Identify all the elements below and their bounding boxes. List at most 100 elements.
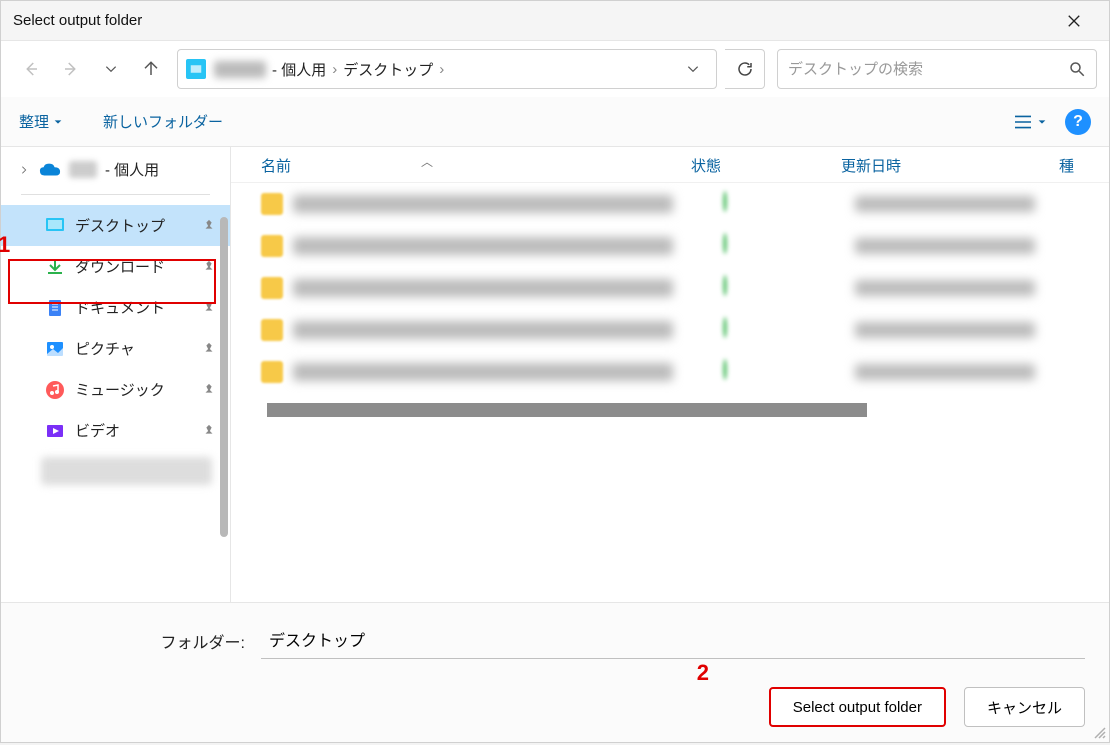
file-date-redacted [855, 196, 1035, 212]
select-folder-button[interactable]: Select output folder [769, 687, 946, 727]
breadcrumb: XXXX - 個人用 › デスクトップ › [214, 59, 444, 80]
toolbar: 整理 新しいフォルダー ? [1, 97, 1109, 147]
file-date-redacted [855, 238, 1035, 254]
cancel-button[interactable]: キャンセル [964, 687, 1085, 727]
sidebar-item-downloads[interactable]: ダウンロード [1, 246, 230, 287]
location-folder-icon [186, 59, 206, 79]
sidebar-item-videos[interactable]: ビデオ [1, 410, 230, 451]
arrow-up-icon [142, 60, 160, 78]
sort-ascending-icon: ︿ [421, 153, 433, 170]
sidebar-item-label: ミュージック [75, 379, 165, 400]
breadcrumb-seg1-suffix[interactable]: - 個人用 [272, 59, 326, 80]
file-date-redacted [855, 364, 1035, 380]
arrow-left-icon [22, 60, 40, 78]
table-row[interactable] [231, 225, 1109, 267]
breadcrumb-separator: › [439, 61, 444, 78]
search-box[interactable] [777, 49, 1097, 89]
table-row[interactable] [231, 351, 1109, 393]
file-name-redacted [293, 363, 673, 381]
sidebar-item-pictures[interactable]: ピクチャ [1, 328, 230, 369]
chevron-down-icon [104, 62, 118, 76]
up-button[interactable] [133, 51, 169, 87]
navigation-row: XXXX - 個人用 › デスクトップ › [1, 41, 1109, 97]
folder-icon [261, 193, 283, 215]
list-view-icon [1013, 114, 1033, 130]
folder-icon [261, 277, 283, 299]
folder-icon [261, 319, 283, 341]
annotation-1: 1 [0, 232, 10, 258]
pin-icon [202, 260, 216, 274]
pin-icon [202, 219, 216, 233]
close-icon [1067, 14, 1081, 28]
tree-root-hidden: XX [69, 161, 97, 178]
table-row[interactable] [231, 267, 1109, 309]
sync-status-icon [723, 235, 745, 257]
close-button[interactable] [1051, 5, 1097, 37]
sync-status-icon [723, 319, 745, 341]
dropdown-caret-icon [53, 117, 63, 127]
back-button[interactable] [13, 51, 49, 87]
pin-icon [202, 301, 216, 315]
dropdown-caret-icon [1037, 117, 1047, 127]
organize-menu[interactable]: 整理 [19, 111, 63, 132]
sidebar-item-music[interactable]: ミュージック [1, 369, 230, 410]
sidebar-scrollbar[interactable] [220, 217, 228, 537]
download-icon [45, 257, 65, 277]
sync-status-icon [723, 277, 745, 299]
search-icon [1068, 60, 1086, 78]
refresh-button[interactable] [725, 49, 765, 89]
file-name-redacted [293, 279, 673, 297]
new-folder-label: 新しいフォルダー [103, 111, 223, 132]
forward-button[interactable] [53, 51, 89, 87]
resize-grip-icon[interactable] [1093, 726, 1107, 740]
folder-name-input[interactable]: デスクトップ [261, 623, 1085, 659]
breadcrumb-hidden[interactable]: XXXX [214, 61, 266, 78]
column-name[interactable]: 名前︿ [261, 155, 691, 176]
help-button[interactable]: ? [1065, 109, 1091, 135]
tree-root[interactable]: XX - 個人用 [1, 151, 230, 188]
pin-icon [202, 424, 216, 438]
picture-icon [45, 339, 65, 359]
breadcrumb-separator: › [332, 61, 337, 78]
column-date[interactable]: 更新日時 [841, 155, 1059, 176]
help-icon: ? [1073, 113, 1083, 131]
file-date-redacted [855, 280, 1035, 296]
dialog-body: 1 XX - 個人用 デスクトップ ダウンロード ドキュメ [1, 147, 1109, 602]
chevron-down-icon [686, 62, 700, 76]
column-kind[interactable]: 種 [1059, 155, 1079, 176]
desktop-icon [45, 216, 65, 236]
sidebar-item-desktop[interactable]: デスクトップ [1, 205, 230, 246]
view-options-button[interactable] [1013, 114, 1047, 130]
folder-icon [261, 235, 283, 257]
address-history-dropdown[interactable] [678, 62, 708, 76]
select-folder-dialog: Select output folder XXXX - 個人用 › デスクトップ… [0, 0, 1110, 743]
sidebar-item-label: デスクトップ [75, 215, 165, 236]
file-name-redacted [293, 237, 673, 255]
recent-dropdown-button[interactable] [93, 51, 129, 87]
new-folder-button[interactable]: 新しいフォルダー [103, 111, 223, 132]
breadcrumb-seg2[interactable]: デスクトップ [343, 59, 433, 80]
column-headers: 名前︿ 状態 更新日時 種 [231, 147, 1109, 183]
tree-root-suffix: - 個人用 [105, 159, 159, 180]
document-icon [45, 298, 65, 318]
file-name-redacted [293, 195, 673, 213]
sync-status-icon [723, 193, 745, 215]
sidebar-item-label: ピクチャ [75, 338, 135, 359]
sidebar-item-label: ダウンロード [75, 256, 165, 277]
address-bar[interactable]: XXXX - 個人用 › デスクトップ › [177, 49, 717, 89]
horizontal-scrollbar[interactable] [267, 403, 867, 417]
titlebar: Select output folder [1, 1, 1109, 41]
search-input[interactable] [788, 61, 1068, 78]
file-list [231, 183, 1109, 393]
dialog-footer: フォルダー: デスクトップ 2 Select output folder キャン… [1, 602, 1109, 742]
pin-icon [202, 383, 216, 397]
sidebar-item-redacted[interactable] [41, 457, 212, 485]
table-row[interactable] [231, 309, 1109, 351]
refresh-icon [736, 60, 754, 78]
sidebar-item-documents[interactable]: ドキュメント [1, 287, 230, 328]
chevron-right-icon [19, 165, 31, 175]
table-row[interactable] [231, 183, 1109, 225]
file-name-redacted [293, 321, 673, 339]
file-date-redacted [855, 322, 1035, 338]
column-state[interactable]: 状態 [691, 155, 841, 176]
